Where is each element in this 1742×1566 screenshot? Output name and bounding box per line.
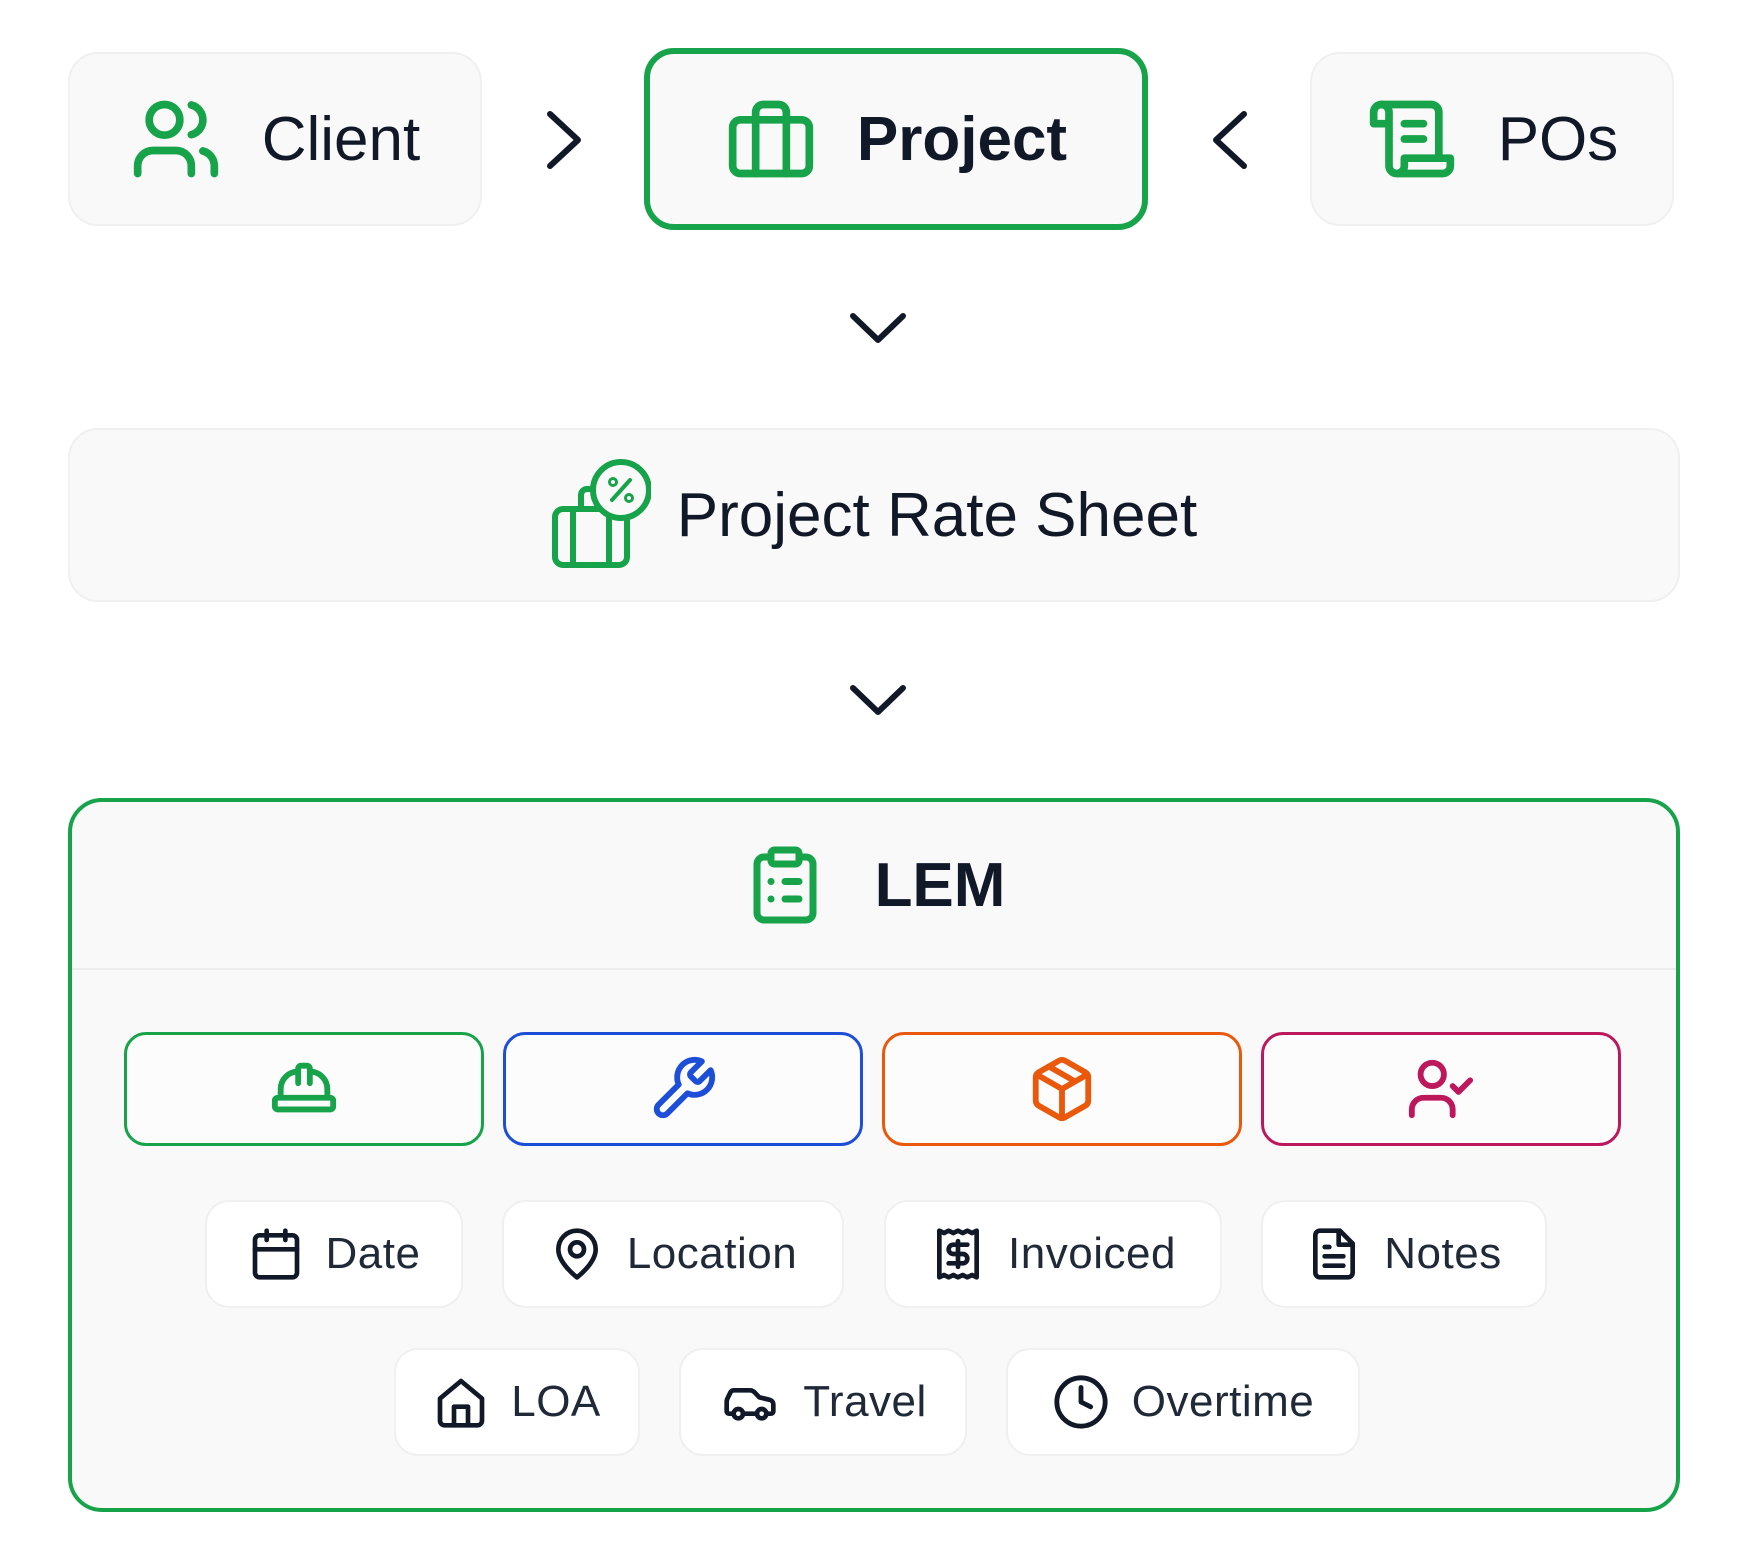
location-chip[interactable]: Location xyxy=(502,1200,844,1308)
date-chip[interactable]: Date xyxy=(205,1200,463,1308)
lem-node[interactable]: LEM Date Location Invoiced Notes LOA Tra… xyxy=(68,798,1680,1512)
clipboard-list-icon xyxy=(753,846,817,924)
map-pin-icon xyxy=(555,1228,598,1280)
client-node[interactable]: Client xyxy=(68,52,482,226)
chevron-right-icon xyxy=(547,111,581,169)
overtime-label: Overtime xyxy=(1131,1377,1315,1426)
client-label: Client xyxy=(261,104,421,174)
clock-icon xyxy=(1054,1375,1108,1429)
project-node[interactable]: Project xyxy=(644,48,1148,230)
labour-category-button[interactable] xyxy=(124,1032,484,1146)
pos-node[interactable]: POs xyxy=(1310,52,1674,226)
invoiced-chip[interactable]: Invoiced xyxy=(884,1200,1222,1308)
personnel-category-button[interactable] xyxy=(1261,1032,1621,1146)
briefcase-icon xyxy=(728,100,814,178)
car-icon xyxy=(724,1388,776,1421)
rate-sheet-node[interactable]: Project Rate Sheet xyxy=(68,428,1680,602)
travel-label: Travel xyxy=(803,1377,927,1426)
home-icon xyxy=(437,1378,485,1428)
notes-chip[interactable]: Notes xyxy=(1261,1200,1547,1308)
travel-chip[interactable]: Travel xyxy=(679,1348,967,1456)
pos-label: POs xyxy=(1497,104,1619,174)
chevron-down-icon xyxy=(850,685,906,715)
rate-sheet-label: Project Rate Sheet xyxy=(676,480,1198,550)
hard-hat-icon xyxy=(271,1062,337,1113)
location-label: Location xyxy=(626,1229,798,1278)
lem-header: LEM xyxy=(72,802,1676,970)
notes-label: Notes xyxy=(1384,1229,1502,1278)
wrench-icon xyxy=(653,1056,716,1119)
invoiced-label: Invoiced xyxy=(1008,1229,1176,1278)
material-category-button[interactable] xyxy=(882,1032,1242,1146)
calendar-icon xyxy=(252,1228,299,1280)
package-icon xyxy=(1032,1056,1092,1122)
chevron-down-icon xyxy=(850,313,906,343)
users-icon xyxy=(133,100,218,178)
overtime-chip[interactable]: Overtime xyxy=(1006,1348,1360,1456)
receipt-icon xyxy=(937,1228,980,1280)
project-label: Project xyxy=(856,104,1068,174)
scroll-icon xyxy=(1369,100,1454,178)
loa-chip[interactable]: LOA xyxy=(394,1348,640,1456)
loa-label: LOA xyxy=(511,1377,601,1426)
briefcase-percent-icon xyxy=(551,459,651,568)
user-check-icon xyxy=(1408,1059,1474,1119)
lem-label: LEM xyxy=(874,850,1006,920)
file-text-icon xyxy=(1313,1228,1356,1280)
equipment-category-button[interactable] xyxy=(503,1032,863,1146)
chevron-left-icon xyxy=(1213,111,1247,169)
date-label: Date xyxy=(325,1229,421,1278)
